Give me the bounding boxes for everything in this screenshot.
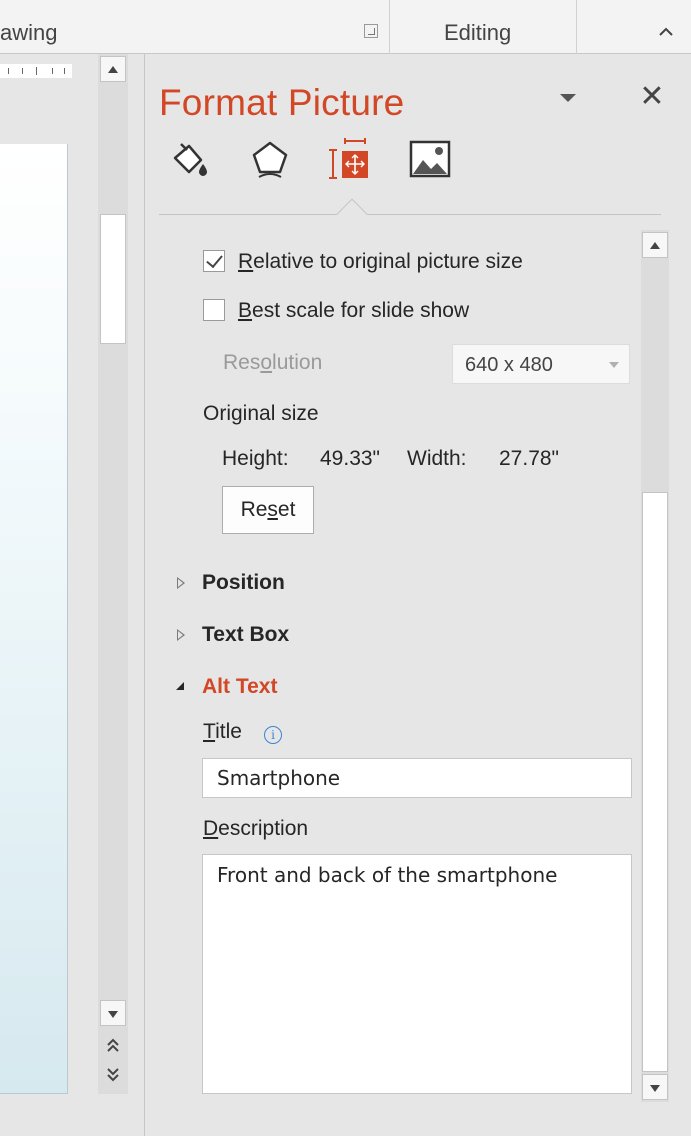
- alt-description-textarea[interactable]: Front and back of the smartphone: [202, 854, 632, 1094]
- resolution-dropdown[interactable]: 640 x 480: [452, 344, 630, 384]
- expand-caret-icon: [177, 577, 185, 589]
- triangle-up-icon: [108, 66, 118, 73]
- double-chevron-down-icon: [107, 1068, 119, 1082]
- size-properties-icon: [329, 138, 368, 179]
- collapse-ribbon-icon[interactable]: [656, 22, 676, 42]
- pane-scrollbar-thumb[interactable]: [642, 492, 668, 1072]
- tab-picture[interactable]: [409, 138, 451, 180]
- paint-bucket-icon: [173, 143, 207, 176]
- close-icon: ✕: [639, 80, 665, 113]
- slide-canvas[interactable]: [0, 144, 68, 1094]
- triangle-up-icon: [650, 242, 660, 249]
- best-scale-label[interactable]: Best scale for slide show: [238, 299, 469, 323]
- best-scale-checkbox[interactable]: [203, 299, 225, 321]
- ribbon: awing Editing: [0, 0, 691, 54]
- task-pane-options-button[interactable]: [555, 88, 581, 108]
- scroll-down-button[interactable]: [100, 1000, 126, 1026]
- previous-slide-button[interactable]: [103, 1036, 123, 1056]
- original-width-value: 27.78": [499, 447, 560, 470]
- tab-fill-line[interactable]: [169, 138, 211, 180]
- ribbon-separator: [576, 0, 577, 54]
- scrollbar-thumb[interactable]: [100, 214, 126, 344]
- pane-scroll-up-button[interactable]: [642, 232, 668, 258]
- original-width-label: Width:: [407, 447, 467, 470]
- section-position-header[interactable]: Position: [175, 571, 375, 599]
- original-height-value: 49.33": [320, 447, 381, 470]
- original-height-label: Height:: [222, 447, 289, 470]
- pane-vertical-scrollbar[interactable]: [641, 230, 669, 1102]
- alt-title-input[interactable]: [202, 758, 632, 798]
- alt-title-label: Title: [203, 720, 242, 743]
- picture-icon: [409, 140, 451, 178]
- ribbon-group-drawing-label: awing: [0, 20, 58, 45]
- next-slide-button[interactable]: [103, 1064, 123, 1084]
- resolution-value: 640 x 480: [465, 354, 553, 376]
- relative-size-checkbox[interactable]: [203, 250, 225, 272]
- section-text-box-header[interactable]: Text Box: [175, 623, 375, 651]
- tab-divider: [159, 214, 661, 215]
- pentagon-icon: [252, 141, 288, 178]
- pane-scroll-down-button[interactable]: [642, 1074, 668, 1100]
- original-size-heading: Original size: [203, 402, 319, 425]
- triangle-down-icon: [650, 1085, 660, 1092]
- pane-title: Format Picture: [159, 82, 405, 123]
- slide-editing-area: [0, 54, 100, 1136]
- drawing-dialog-launcher[interactable]: [364, 24, 378, 38]
- relative-size-label[interactable]: Relative to original picture size: [238, 250, 523, 274]
- slide-vertical-scrollbar[interactable]: [98, 54, 128, 1094]
- expand-caret-icon: [177, 629, 185, 641]
- dropdown-triangle-icon: [560, 94, 576, 102]
- horizontal-ruler: [0, 64, 72, 78]
- scroll-up-button[interactable]: [100, 56, 126, 82]
- dropdown-arrow-icon: [609, 362, 619, 368]
- ribbon-separator: [389, 0, 390, 54]
- close-pane-button[interactable]: ✕: [637, 82, 667, 114]
- alt-description-label: Description: [203, 817, 309, 840]
- tab-size-properties[interactable]: [329, 138, 371, 180]
- triangle-down-icon: [108, 1011, 118, 1018]
- format-picture-pane: Format Picture ✕ Relative to original pi…: [145, 54, 691, 1136]
- reset-button[interactable]: Reset: [222, 486, 314, 534]
- double-chevron-up-icon: [107, 1038, 119, 1052]
- collapse-caret-icon: [176, 682, 184, 690]
- ribbon-group-editing-label[interactable]: Editing: [444, 20, 511, 46]
- info-icon[interactable]: i: [264, 726, 282, 744]
- section-alt-text-header[interactable]: Alt Text: [175, 675, 375, 703]
- tab-effects[interactable]: [249, 138, 291, 180]
- active-tab-pointer: [336, 198, 368, 230]
- resolution-label: Resolution: [223, 351, 323, 374]
